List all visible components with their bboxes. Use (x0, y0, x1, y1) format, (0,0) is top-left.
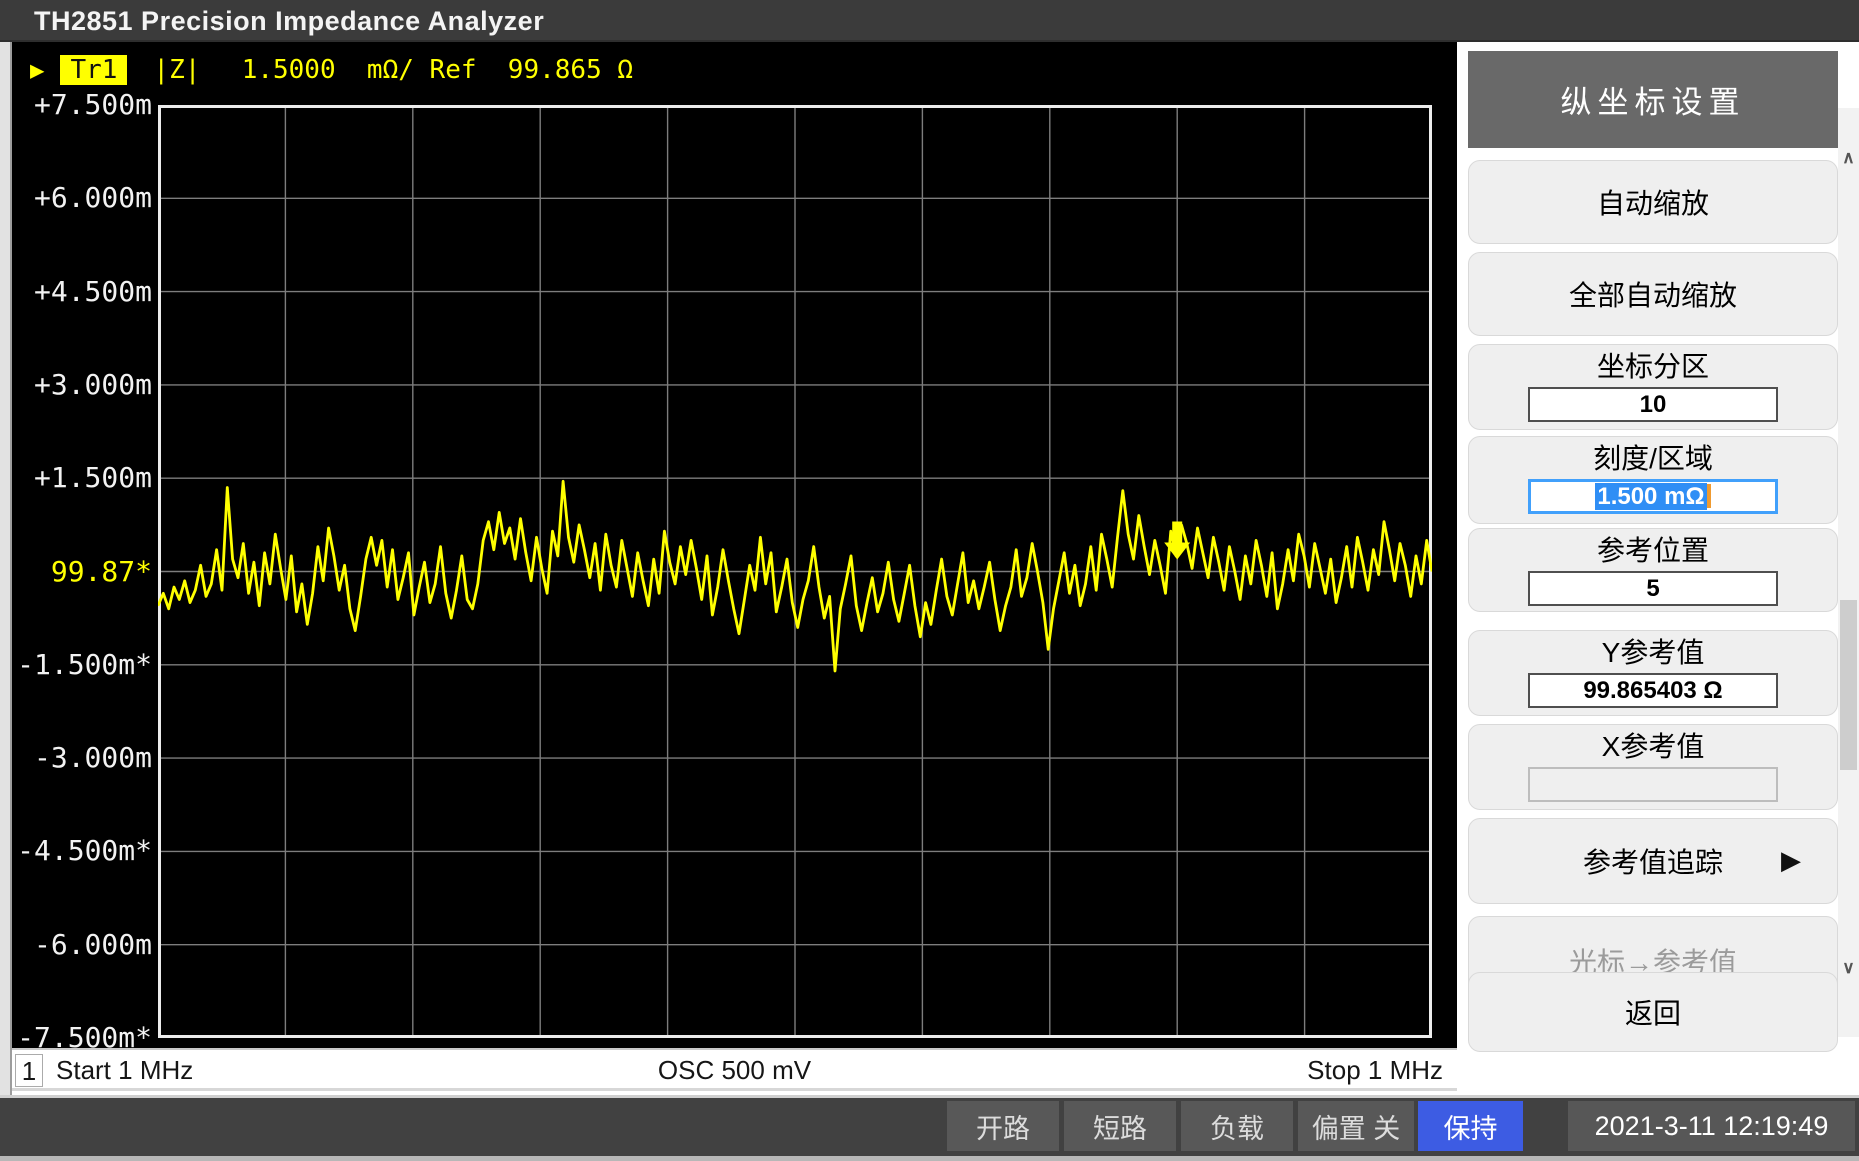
y-axis-tick: -1.500m* (12, 649, 152, 681)
divisions-card[interactable]: 坐标分区 10 (1468, 344, 1838, 430)
reference-position-card[interactable]: 参考位置 5 (1468, 528, 1838, 612)
reference-position-input[interactable]: 5 (1528, 571, 1778, 606)
window-left-border (0, 42, 12, 1095)
reference-tracking-label: 参考值追踪 (1583, 841, 1723, 881)
short-correction-button[interactable]: 短路 (1064, 1101, 1176, 1151)
trace-scale-readout: 1.5000 mΩ/ Ref 99.865 Ω (210, 55, 633, 85)
scale-per-division-label: 刻度/区域 (1469, 441, 1837, 477)
y-reference-card[interactable]: Y参考值 99.865403 Ω (1468, 630, 1838, 716)
sweep-stop-label: Stop 1 MHz (1307, 1055, 1443, 1086)
app-window: TH2851 Precision Impedance Analyzer ▶ Tr… (0, 0, 1859, 1161)
back-label: 返回 (1625, 992, 1681, 1032)
y-axis-tick: +4.500m (12, 276, 152, 308)
trace-plot (158, 105, 1432, 1038)
y-axis-tick: +7.500m (12, 89, 152, 121)
scroll-up-icon[interactable]: ∧ (1838, 148, 1859, 168)
plot-area[interactable] (158, 105, 1432, 1038)
hold-button[interactable]: 保持 (1418, 1101, 1523, 1151)
active-trace-arrow-icon: ▶ (30, 56, 44, 84)
y-reference-input[interactable]: 99.865403 Ω (1528, 673, 1778, 708)
load-correction-button[interactable]: 负载 (1181, 1101, 1293, 1151)
x-reference-input[interactable] (1528, 767, 1778, 802)
bias-off-button[interactable]: 偏置 关 (1298, 1101, 1414, 1151)
text-caret (1707, 484, 1711, 508)
divisions-input[interactable]: 10 (1528, 387, 1778, 422)
y-axis-tick: +1.500m (12, 462, 152, 494)
y-reference-label: Y参考值 (1469, 635, 1837, 671)
scale-per-division-input[interactable]: 1.500 mΩ (1528, 479, 1778, 514)
trace-parameter-label[interactable]: |Z| (153, 55, 200, 85)
reference-position-label: 参考位置 (1469, 533, 1837, 569)
x-reference-label: X参考值 (1469, 729, 1837, 765)
autoscale-label: 自动缩放 (1597, 182, 1709, 222)
selected-input-text: 1.500 mΩ (1595, 483, 1706, 510)
chart-panel: ▶ Tr1 |Z| 1.5000 mΩ/ Ref 99.865 Ω +7.500… (12, 42, 1457, 1048)
sidebar-title: 纵坐标设置 (1468, 51, 1838, 148)
y-axis-tick: -4.500m* (12, 835, 152, 867)
autoscale-all-label: 全部自动缩放 (1569, 274, 1737, 314)
datetime-display: 2021-3-11 12:19:49 (1568, 1101, 1855, 1151)
autoscale-button[interactable]: 自动缩放 (1468, 160, 1838, 244)
trace-info-bar: ▶ Tr1 |Z| 1.5000 mΩ/ Ref 99.865 Ω (30, 52, 633, 88)
bottom-toolbar: 开路 短路 负载 偏置 关 保持 2021-3-11 12:19:49 (0, 1095, 1859, 1161)
y-axis-tick: -6.000m (12, 929, 152, 961)
back-button[interactable]: 返回 (1468, 972, 1838, 1052)
title-bar: TH2851 Precision Impedance Analyzer (0, 0, 1859, 42)
x-reference-card[interactable]: X参考值 (1468, 724, 1838, 810)
window-title: TH2851 Precision Impedance Analyzer (34, 6, 544, 37)
y-axis-reference-value: 99.87* (12, 556, 152, 588)
y-axis-tick: -3.000m (12, 742, 152, 774)
y-axis-tick: +3.000m (12, 369, 152, 401)
sidebar-scrollbar[interactable]: ∧ ∨ (1838, 108, 1859, 1037)
sweep-status-bar: 1 Start 1 MHz OSC 500 mV Stop 1 MHz (12, 1048, 1457, 1091)
osc-level-label: OSC 500 mV (12, 1055, 1457, 1086)
scrollbar-thumb[interactable] (1840, 600, 1857, 770)
autoscale-all-button[interactable]: 全部自动缩放 (1468, 252, 1838, 336)
sidebar: 纵坐标设置 自动缩放 全部自动缩放 坐标分区 10 刻度/区域 1.500 mΩ… (1462, 42, 1859, 1095)
scale-per-division-card[interactable]: 刻度/区域 1.500 mΩ (1468, 436, 1838, 524)
y-axis-tick: +6.000m (12, 182, 152, 214)
submenu-arrow-icon: ▶ (1781, 845, 1801, 876)
scroll-down-icon[interactable]: ∨ (1838, 958, 1859, 978)
reference-tracking-button[interactable]: 参考值追踪 ▶ (1468, 818, 1838, 904)
open-correction-button[interactable]: 开路 (947, 1101, 1059, 1151)
divisions-label: 坐标分区 (1469, 349, 1837, 385)
trace-name-badge[interactable]: Tr1 (60, 55, 127, 85)
